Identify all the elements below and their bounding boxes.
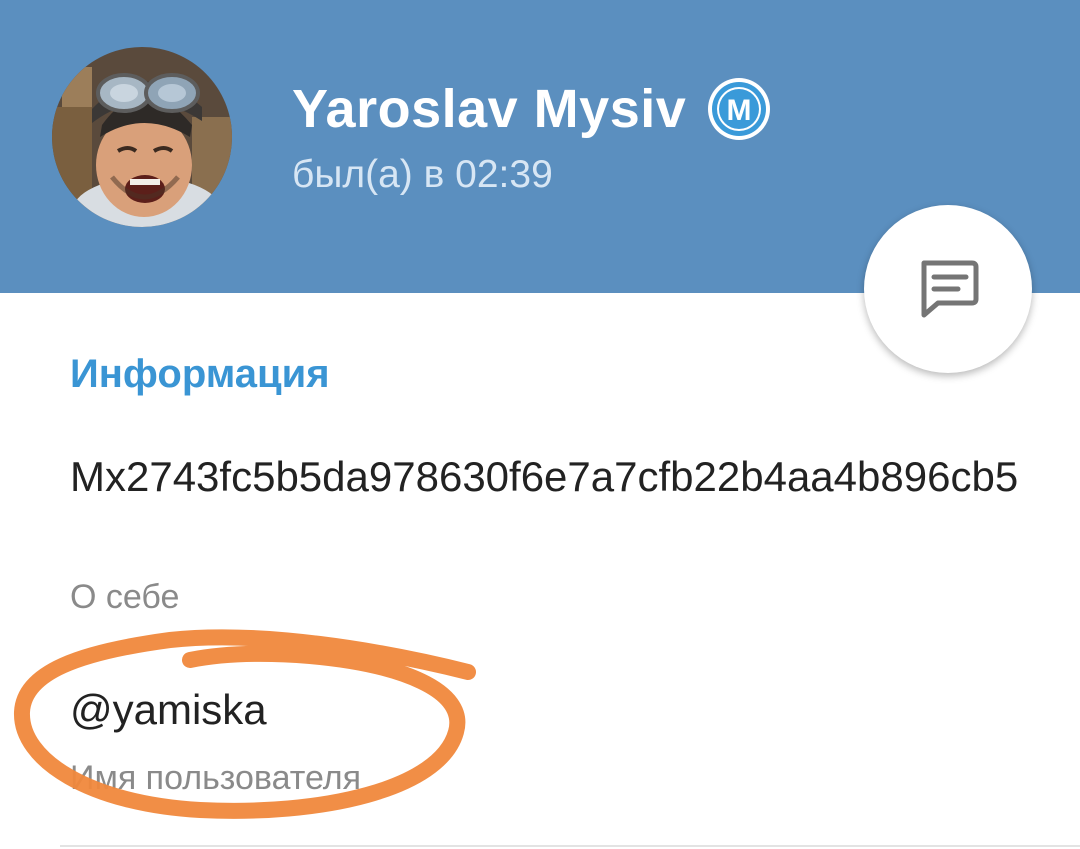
send-message-button[interactable] (864, 205, 1032, 373)
avatar-photo (52, 47, 232, 227)
username-value[interactable]: @yamiska (70, 686, 267, 734)
message-icon (921, 260, 979, 318)
profile-name-row: Yaroslav Mysiv M (292, 74, 772, 144)
bio-caption: О себе (70, 578, 180, 616)
avatar[interactable] (52, 47, 232, 227)
bio-value[interactable]: Mx2743fc5b5da978630f6e7a7cfb22b4aa4b896c… (70, 448, 1030, 506)
badge-letter: M (727, 94, 752, 127)
profile-page: Yaroslav Mysiv M был(а) в 02:39 Информац… (0, 0, 1080, 849)
profile-name: Yaroslav Mysiv (292, 79, 687, 139)
username-caption: Имя пользователя (70, 759, 361, 797)
info-section-title: Информация (70, 352, 330, 396)
minter-badge-icon: M (706, 76, 772, 142)
last-seen-status: был(а) в 02:39 (292, 153, 553, 196)
divider (60, 845, 1080, 847)
